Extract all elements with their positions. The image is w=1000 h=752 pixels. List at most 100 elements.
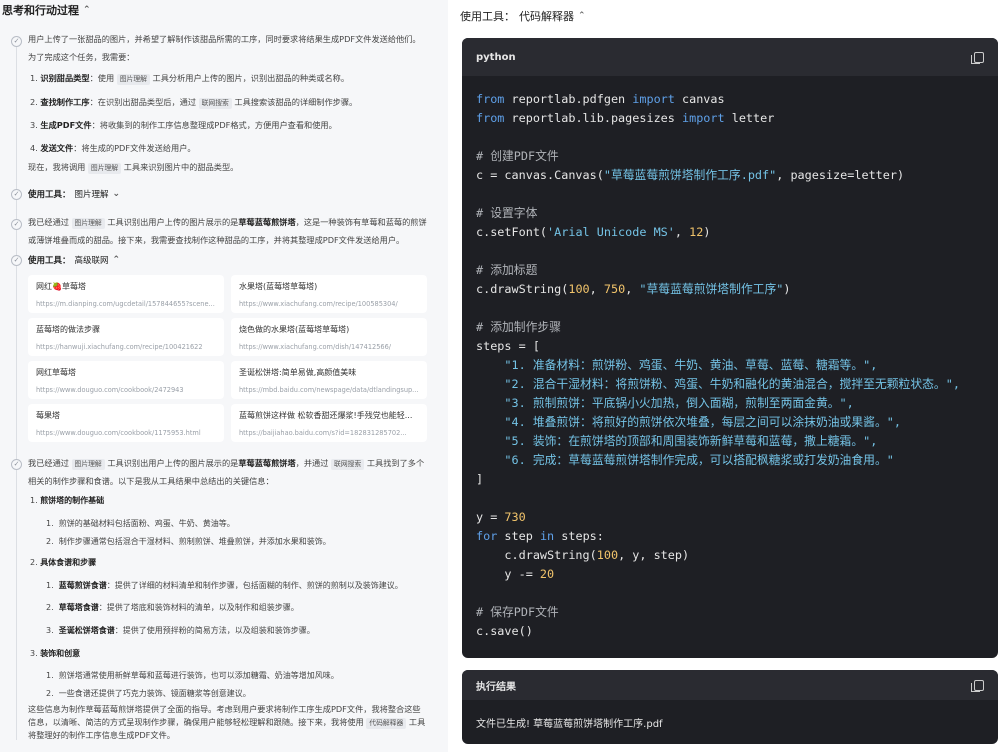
thought-process-header[interactable]: 思考和行动过程 ⌃	[2, 2, 91, 18]
tool-label: 使用工具：	[460, 10, 515, 23]
summary-section-title: 2. 具体食谱和步骤	[30, 557, 96, 568]
plan-text: 工具分析用户上传的图片，识别出甜品的种类或名称。	[149, 73, 350, 83]
thought-process-title: 思考和行动过程	[2, 4, 79, 17]
text: ，并通过	[295, 458, 332, 468]
search-result-card[interactable]: 圣诞松饼塔:简单易做,高颜值美味 https://mbd.baidu.com/n…	[231, 361, 427, 399]
tool-tag: 图片理解	[71, 459, 105, 470]
copy-icon[interactable]	[971, 679, 984, 692]
search-result-card[interactable]: 蓝莓塔的做法步骤 https://hanwuji.xiachufang.com/…	[28, 318, 224, 356]
text: 这些信息为制作草莓蓝莓煎饼塔提供了全面的指导。考虑到用户要求将制作工序生成PDF…	[28, 704, 421, 714]
code-string: "3. 煎制煎饼：平底锅小火加热，倒入面糊，煎制至两面金黄。",	[504, 396, 854, 410]
chevron-up-icon[interactable]: ⌃	[578, 11, 586, 21]
chevron-down-icon[interactable]: ⌄	[113, 189, 121, 199]
search-result-card[interactable]: 烧色做的水果塔(蓝莓塔草莓塔) https://www.xiachufang.c…	[231, 318, 427, 356]
check-circle-icon: ✓	[11, 219, 22, 230]
intro-next-step: 现在，我将调用 图片理解 工具来识别图片中的甜品类型。	[28, 159, 238, 177]
code-token: c.save()	[476, 624, 533, 638]
code-string: "2. 混合干湿材料：将煎饼粉、鸡蛋、牛奶和融化的黄油混合，搅拌至无颗粒状态。"…	[504, 377, 960, 391]
result-title: 莓果塔	[36, 411, 60, 420]
result-url: https://www.douguo.com/cookbook/1175953.…	[36, 429, 201, 437]
code-comment: # 添加制作步骤	[476, 320, 561, 334]
text: 现在，我将调用	[28, 162, 88, 172]
code-language: python	[476, 51, 516, 63]
code-token: letter	[724, 111, 775, 125]
tool-tag: 联网搜索	[331, 459, 365, 470]
result-title: 网红🍓草莓塔	[36, 282, 86, 291]
code-comment: # 保存PDF文件	[476, 605, 559, 619]
result-title: 烧色做的水果塔(蓝莓塔草莓塔)	[239, 325, 350, 334]
section-title: 具体食谱和步骤	[40, 558, 97, 567]
plan-number: 1.	[30, 73, 38, 83]
plan-text: ：使用	[89, 73, 117, 83]
text: 工具	[406, 717, 426, 727]
summary-section-title: 1. 煎饼塔的制作基础	[30, 495, 104, 506]
tool-call-image-understanding[interactable]: 使用工具： 图片理解 ⌄	[28, 188, 120, 200]
tool-tag: 代码解释器	[366, 718, 407, 729]
copy-icon[interactable]	[971, 51, 984, 64]
result-title: 蓝莓煎饼这样做 松软香甜还爆浆!手残党也能轻...	[239, 411, 413, 420]
execution-result-block: 执行结果 文件已生成! 草莓蓝莓煎饼塔制作工序.pdf	[462, 670, 998, 744]
section-number: 1.	[30, 496, 38, 505]
code-token: steps:	[554, 529, 604, 543]
summary-bullet: 1. 蓝莓煎饼食谱：提供了详细的材料清单和制作步骤，包括面糊的制作、煎饼的煎制以…	[46, 581, 403, 590]
plan-number: 4.	[30, 143, 38, 153]
search-result-card[interactable]: 网红🍓草莓塔 https://m.dianping.com/ugcdetail/…	[28, 275, 224, 313]
check-circle-icon: ✓	[11, 459, 22, 470]
tool-call-web-search[interactable]: 使用工具： 高级联网 ⌃	[28, 254, 120, 266]
tool-label: 使用工具：	[28, 256, 71, 266]
code-token: c.drawString(	[476, 282, 569, 296]
text: 工具找到了多个	[364, 458, 425, 468]
search-result-card[interactable]: 水果塔(蓝莓塔草莓塔) https://www.xiachufang.com/r…	[231, 275, 427, 313]
text: 我已经通过	[28, 458, 72, 468]
chevron-up-icon[interactable]: ⌃	[83, 5, 91, 15]
plan-title: 生成PDF文件	[40, 120, 92, 130]
code-number: 12	[689, 225, 704, 239]
execution-result-text: 文件已生成! 草莓蓝莓煎饼塔制作工序.pdf	[476, 719, 663, 730]
summary-bullet: 1. 煎饼塔通常使用新鲜草莓和蓝莓进行装饰，也可以添加糖霜、奶油等增加风味。	[46, 671, 339, 680]
tool-name: 图片理解	[74, 190, 109, 200]
section-number: 3.	[30, 649, 38, 658]
summary-bullet: 2. 草莓塔食谱：提供了塔底和装饰材料的清单，以及制作和组装步骤。	[46, 603, 299, 612]
plan-text: ：将收集到的制作工序信息整理成PDF格式，方便用户查看和使用。	[91, 120, 337, 130]
plan-text: 工具搜索该甜品的详细制作步骤。	[231, 97, 358, 107]
text: 将整理好的制作工序信息生成PDF文件。	[28, 730, 175, 740]
result-url: https://www.xiachufang.com/dish/14741256…	[239, 343, 392, 351]
check-circle-icon: ✓	[11, 189, 22, 200]
code-token: ]	[476, 472, 484, 486]
search-result-card[interactable]: 网红草莓塔 https://www.douguo.com/cookbook/24…	[28, 361, 224, 399]
tool-tag: 图片理解	[116, 74, 150, 85]
check-circle-icon: ✓	[11, 36, 22, 47]
code-token: )	[783, 282, 791, 296]
text: 工具来识别图片中的甜品类型。	[121, 162, 239, 172]
summary-bullet: 3. 圣诞松饼塔食谱：提供了使用预拌粉的简易方法，以及组装和装饰步骤。	[46, 626, 315, 635]
code-token: c.setFont(	[476, 225, 548, 239]
section-title: 装饰和创意	[40, 649, 81, 658]
code-token: reportlab.pdfgen	[504, 92, 633, 106]
text: ：提供了塔底和装饰材料的清单，以及制作和组装步骤。	[98, 603, 299, 612]
intro-need: 为了完成这个任务，我需要：	[28, 51, 135, 62]
section-number: 2.	[30, 558, 38, 567]
code-number: 730	[504, 510, 526, 524]
text: 或薄饼堆叠而成的甜品。接下来，我需要查找制作这种甜品的工序，并将其整理成PDF文…	[28, 234, 405, 245]
plan-item: 3. 生成PDF文件：将收集到的制作工序信息整理成PDF格式，方便用户查看和使用…	[30, 119, 337, 131]
search-result-card[interactable]: 莓果塔 https://www.douguo.com/cookbook/1175…	[28, 404, 224, 442]
execution-result-header: 执行结果	[462, 670, 998, 700]
code-comment: # 设置字体	[476, 206, 538, 220]
text: 相关的制作步骤和食谱。以下是我从工具结果中总结出的关键信息：	[28, 475, 274, 486]
code-token: , pagesize=letter)	[776, 168, 905, 182]
summary-intro: 我已经通过 图片理解 工具识别出用户上传的图片展示的是草莓蓝莓煎饼塔，并通过 联…	[28, 455, 442, 490]
plan-title: 识别甜品类型	[40, 73, 90, 83]
code-string: "1. 准备材料：煎饼粉、鸡蛋、牛奶、黄油、草莓、蓝莓、糖霜等。",	[504, 358, 878, 372]
plan-title: 发送文件	[40, 143, 74, 153]
chevron-up-icon[interactable]: ⌃	[113, 255, 121, 265]
result-title: 网红草莓塔	[36, 368, 76, 377]
code-content: from reportlab.pdfgen import canvas from…	[462, 76, 998, 641]
code-token: from	[476, 92, 505, 106]
search-result-card[interactable]: 蓝莓煎饼这样做 松软香甜还爆浆!手残党也能轻... https://baijia…	[231, 404, 427, 442]
plan-text: ：将生成的PDF文件发送给用户。	[73, 143, 196, 153]
plan-item: 1. 识别甜品类型：使用 图片理解 工具分析用户上传的图片，识别出甜品的种类或名…	[30, 72, 349, 85]
code-string: "草莓蓝莓煎饼塔制作工序.pdf"	[603, 168, 777, 182]
text: 煎饼的基础材料包括面粉、鸡蛋、牛奶、黄油等。	[58, 519, 235, 528]
result-title: 圣诞松饼塔:简单易做,高颜值美味	[239, 368, 357, 377]
code-interpreter-header[interactable]: 使用工具： 代码解释器 ⌃	[460, 8, 586, 24]
